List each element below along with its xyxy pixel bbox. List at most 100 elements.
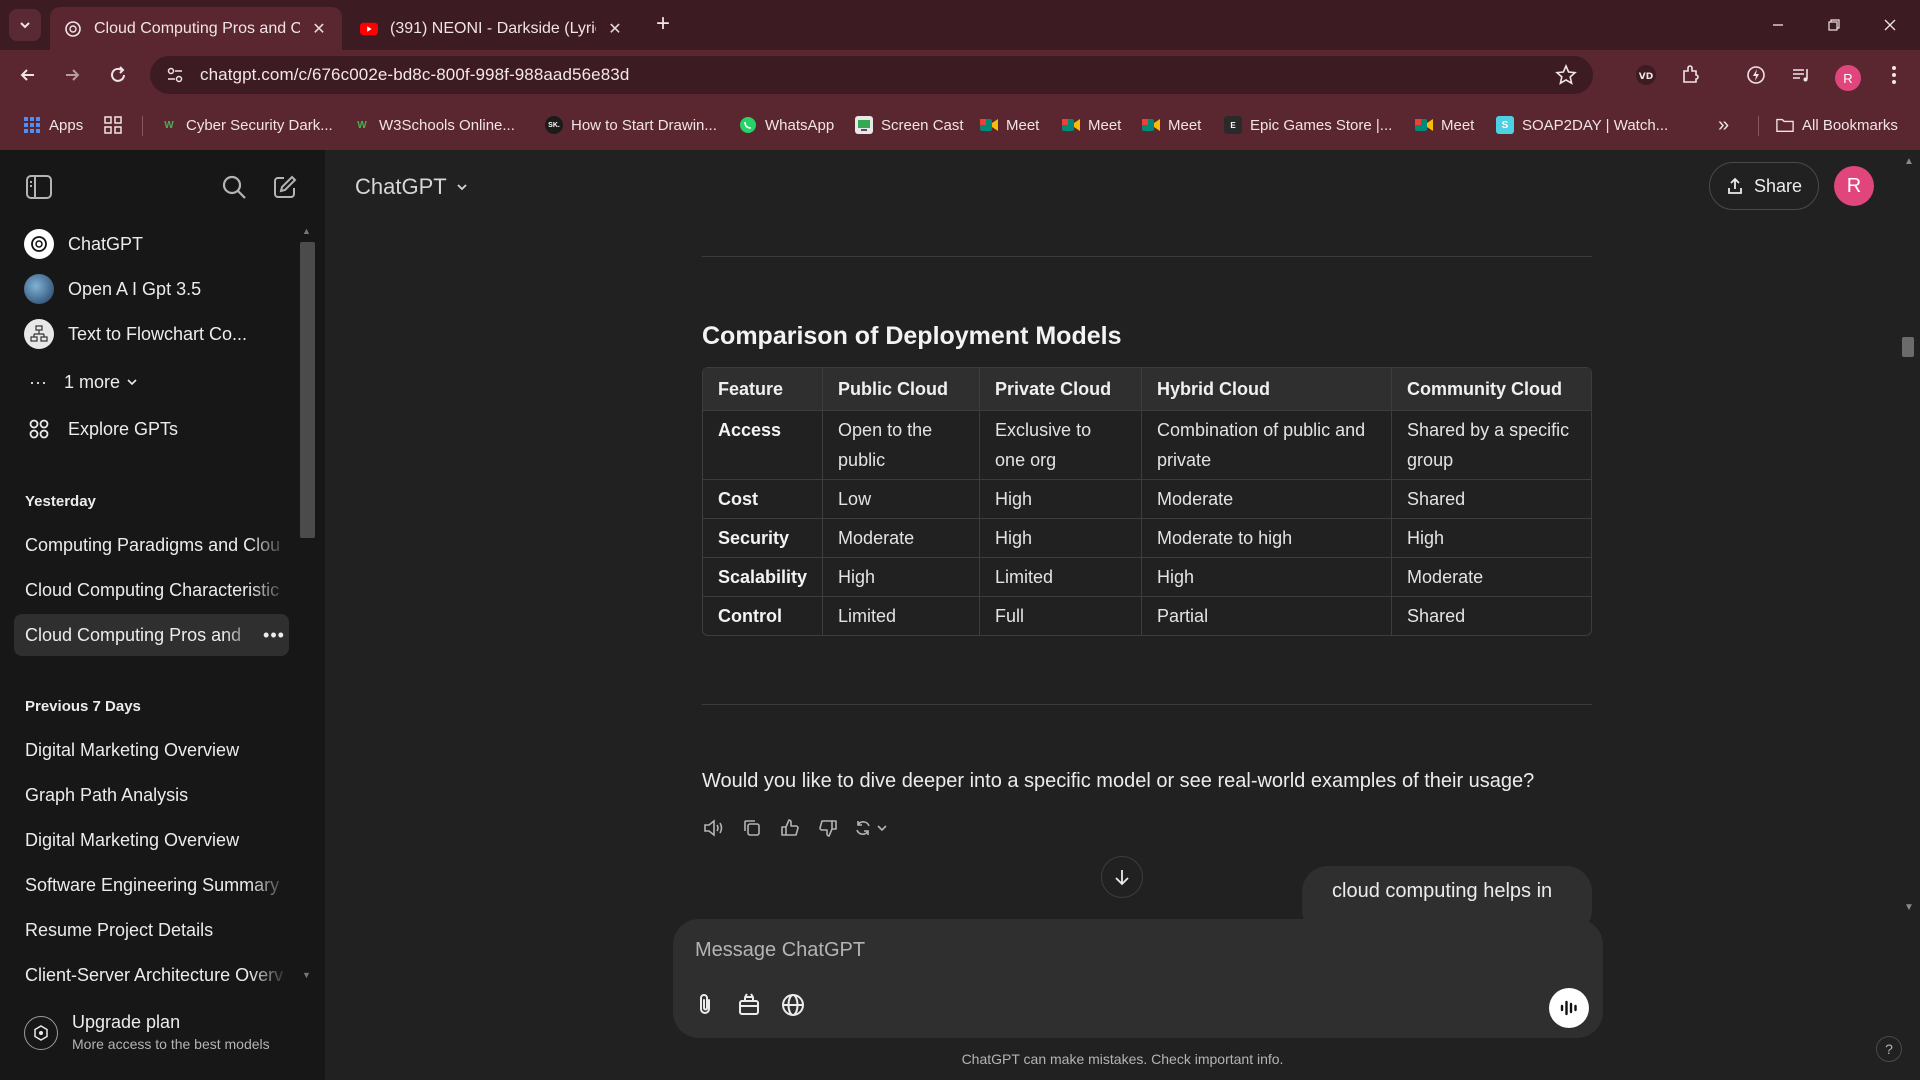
chat-history-item[interactable]: Computing Paradigms and Clou	[14, 524, 289, 566]
sidebar-item-gpt35[interactable]: Open A I Gpt 3.5	[14, 269, 289, 309]
address-bar[interactable]: chatgpt.com/c/676c002e-bd8c-800f-998f-98…	[150, 56, 1593, 94]
sidebar-explore-gpts[interactable]: Explore GPTs	[14, 409, 289, 449]
bookmark-w3schools[interactable]: W W3Schools Online...	[353, 112, 515, 138]
table-cell: High	[980, 480, 1143, 519]
upgrade-plan-button[interactable]: Upgrade plan More access to the best mod…	[24, 1012, 270, 1052]
restore-button[interactable]	[1806, 0, 1862, 50]
sidebar-item-label: 1 more	[64, 371, 121, 392]
help-button[interactable]: ?	[1876, 1036, 1902, 1062]
bookmark-meet-3[interactable]: Meet	[1142, 112, 1201, 138]
page-scroll-down-icon[interactable]: ▼	[1904, 902, 1914, 913]
performance-icon[interactable]	[1743, 62, 1769, 88]
bookmark-meet-1[interactable]: Meet	[980, 112, 1039, 138]
chat-history-item[interactable]: Digital Marketing Overview	[14, 819, 289, 861]
section-divider	[702, 256, 1592, 257]
chat-history-item[interactable]: Client-Server Architecture Overv	[14, 954, 289, 996]
chat-history-item[interactable]: Software Engineering Summary	[14, 864, 289, 906]
bookmark-tab-groups[interactable]	[104, 112, 130, 138]
table-cell: High	[1142, 558, 1393, 597]
new-tab-button[interactable]: +	[650, 12, 676, 38]
share-upload-icon	[1728, 177, 1742, 194]
scroll-up-arrow-icon[interactable]: ▲	[302, 226, 312, 236]
bookmark-cyber-security[interactable]: W Cyber Security Dark...	[160, 112, 332, 138]
vpn-extension-icon[interactable]: VD	[1633, 62, 1659, 88]
close-window-button[interactable]	[1862, 0, 1918, 50]
thumbs-down-icon[interactable]	[814, 814, 842, 842]
message-input[interactable]: Message ChatGPT	[695, 939, 865, 962]
minimize-button[interactable]	[1750, 0, 1806, 50]
browser-menu-icon[interactable]	[1881, 62, 1907, 88]
model-selector[interactable]: ChatGPT	[355, 174, 469, 200]
read-aloud-icon[interactable]	[700, 814, 728, 842]
sidebar-scrollbar[interactable]	[300, 242, 315, 538]
bookmark-whatsapp[interactable]: WhatsApp	[739, 112, 834, 138]
thumbs-up-icon[interactable]	[776, 814, 804, 842]
table-cell: Low	[823, 480, 981, 519]
w3schools-favicon-icon: W	[164, 119, 174, 131]
bookmark-label: Meet	[1441, 116, 1475, 134]
media-control-icon[interactable]	[1788, 62, 1814, 88]
openai-favicon-icon	[64, 20, 82, 38]
upgrade-sparkle-icon	[24, 1016, 58, 1050]
scroll-to-bottom-button[interactable]	[1101, 856, 1143, 898]
tab-chatgpt[interactable]: Cloud Computing Pros and Co ✕	[50, 7, 342, 50]
bookmark-soap2day[interactable]: S SOAP2DAY | Watch...	[1496, 112, 1668, 138]
bookmark-meet-4[interactable]: Meet	[1415, 112, 1474, 138]
sidebar-item-flowchart[interactable]: Text to Flowchart Co...	[14, 314, 289, 354]
table-cell: High	[980, 519, 1143, 558]
web-search-button[interactable]	[777, 989, 809, 1021]
bookmark-epic-games[interactable]: E Epic Games Store |...	[1224, 112, 1392, 138]
voice-mode-button[interactable]	[1549, 988, 1589, 1028]
bookmark-label: W3Schools Online...	[379, 116, 515, 134]
epic-games-icon: E	[1224, 116, 1242, 134]
chat-history-item[interactable]: Graph Path Analysis	[14, 774, 289, 816]
close-tab-icon[interactable]: ✕	[606, 20, 624, 38]
back-button[interactable]	[13, 60, 43, 90]
upgrade-title: Upgrade plan	[72, 1012, 181, 1032]
forward-button[interactable]	[57, 60, 87, 90]
table-cell: Combination of public and private	[1142, 411, 1393, 480]
search-chats-button[interactable]	[219, 172, 249, 202]
copy-icon[interactable]	[738, 814, 766, 842]
extensions-puzzle-icon[interactable]	[1678, 62, 1704, 88]
table-cell: Moderate	[1142, 480, 1393, 519]
all-bookmarks-button[interactable]: All Bookmarks	[1776, 112, 1898, 138]
regenerate-icon[interactable]	[852, 814, 892, 842]
tab-youtube[interactable]: (391) NEONI - Darkside (Lyrics) ✕	[346, 7, 638, 50]
bookmark-meet-2[interactable]: Meet	[1062, 112, 1121, 138]
reload-button[interactable]	[103, 60, 133, 90]
bookmark-how-to-draw[interactable]: SK. How to Start Drawin...	[545, 112, 717, 138]
column-header: Community Cloud	[1392, 368, 1591, 411]
message-composer[interactable]: Message ChatGPT	[673, 919, 1603, 1038]
bookmark-apps[interactable]: Apps	[23, 112, 83, 138]
share-button[interactable]: Share	[1709, 162, 1819, 210]
user-avatar[interactable]: R	[1834, 166, 1874, 206]
bookmarks-overflow-button[interactable]: »	[1718, 112, 1729, 138]
sidebar-item-chatgpt[interactable]: ChatGPT	[14, 224, 289, 264]
scroll-down-arrow-icon[interactable]: ▼	[302, 970, 312, 980]
bookmark-screen-cast[interactable]: Screen Cast	[855, 112, 964, 138]
bookmark-label: Meet	[1006, 116, 1040, 134]
attach-file-button[interactable]	[689, 989, 721, 1021]
chevron-down-icon	[20, 22, 30, 29]
tab-search-button[interactable]	[9, 9, 41, 41]
chat-history-item[interactable]: Cloud Computing Characteristic	[14, 569, 289, 611]
toggle-sidebar-button[interactable]	[24, 172, 54, 202]
close-tab-icon[interactable]: ✕	[310, 20, 328, 38]
site-info-icon[interactable]	[162, 62, 188, 88]
chat-history-item[interactable]: Resume Project Details	[14, 909, 289, 951]
chat-title: Client-Server Architecture Overv	[25, 964, 284, 985]
whatsapp-icon	[739, 116, 757, 134]
chat-history-item[interactable]: Digital Marketing Overview	[14, 729, 289, 771]
sidebar-more-button[interactable]: ··· 1 more	[14, 362, 289, 402]
bookmark-star-icon[interactable]	[1555, 63, 1577, 86]
new-chat-button[interactable]	[270, 172, 300, 202]
chat-options-icon[interactable]: •••	[259, 625, 289, 646]
arrow-down-icon	[1115, 870, 1129, 886]
chat-history-item-active[interactable]: Cloud Computing Pros and •••	[14, 614, 289, 656]
page-scroll-up-icon[interactable]: ▲	[1904, 156, 1914, 167]
disclaimer-text: ChatGPT can make mistakes. Check importa…	[961, 1051, 1284, 1067]
tools-button[interactable]	[733, 989, 765, 1021]
browser-profile-avatar[interactable]: R	[1835, 65, 1861, 91]
page-scrollbar-thumb[interactable]	[1902, 337, 1914, 357]
